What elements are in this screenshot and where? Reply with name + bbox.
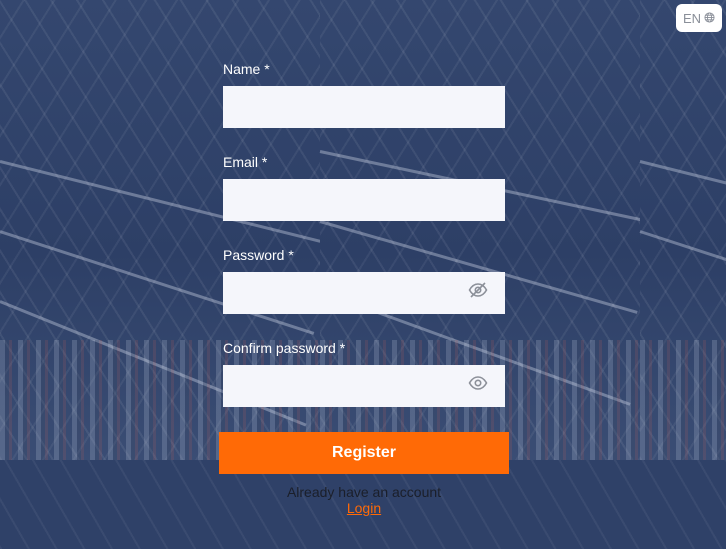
background-tile — [639, 0, 726, 460]
language-selector[interactable]: EN — [676, 4, 722, 32]
name-label: Name * — [223, 61, 270, 77]
email-label: Email * — [223, 154, 268, 170]
email-input[interactable] — [223, 179, 505, 221]
already-have-account-text: Already have an account — [286, 484, 442, 500]
name-input[interactable] — [223, 86, 505, 128]
language-code: EN — [682, 10, 702, 26]
confirm-password-field-group: Confirm password * — [223, 339, 505, 432]
register-button[interactable]: Register — [219, 432, 509, 474]
confirm-password-input[interactable] — [223, 365, 505, 407]
password-input[interactable] — [223, 272, 505, 314]
login-link-container: Login — [219, 500, 509, 516]
name-field-group: Name * — [223, 60, 505, 153]
eye-icon[interactable] — [468, 374, 488, 392]
eye-slash-icon[interactable] — [468, 281, 488, 299]
login-link[interactable]: Login — [347, 500, 381, 516]
password-label: Password * — [223, 247, 294, 263]
email-field-group: Email * — [223, 153, 505, 246]
confirm-password-label: Confirm password * — [223, 340, 346, 356]
password-field-group: Password * — [223, 246, 505, 339]
register-form: Name * Email * Password * Confirm passwo… — [223, 60, 505, 432]
globe-icon — [704, 11, 715, 26]
